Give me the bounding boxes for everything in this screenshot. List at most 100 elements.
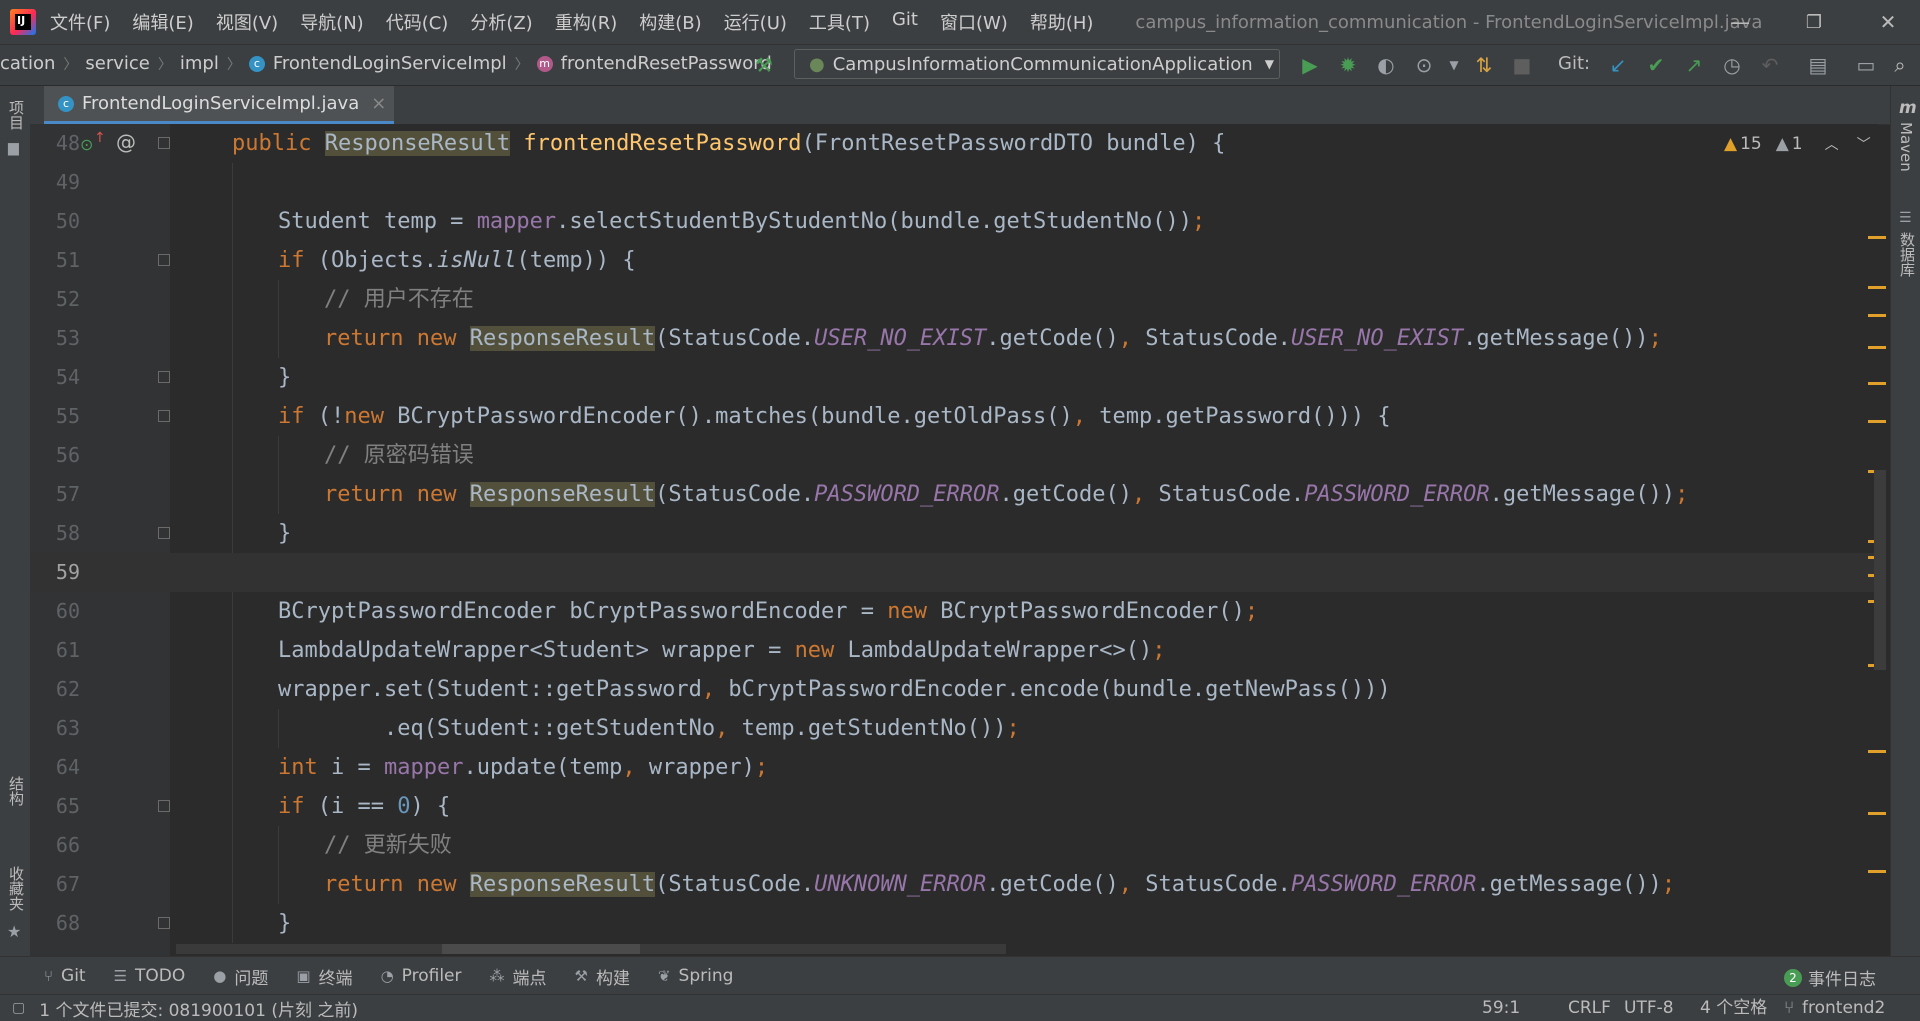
editor-tab-active[interactable]: c FrontendLoginServiceImpl.java × [44, 86, 394, 124]
maven-tool-button[interactable]: Maven [1897, 122, 1915, 172]
menu-item[interactable]: 视图(V) [216, 9, 278, 35]
line-number[interactable]: 62 [40, 670, 80, 709]
code-line[interactable]: 48 public ResponseResult frontendResetPas… [30, 124, 1878, 163]
run-icon[interactable]: ▶ [1296, 51, 1324, 79]
close-tab-icon[interactable]: × [371, 93, 386, 114]
fold-marker-icon[interactable] [158, 410, 170, 422]
fold-marker-icon[interactable] [158, 800, 170, 812]
previous-highlight-icon[interactable]: ︿ [1825, 134, 1839, 154]
line-number[interactable]: 60 [40, 592, 80, 631]
line-number[interactable]: 54 [40, 358, 80, 397]
endpoints-tool-button[interactable]: ⁂ 端点 [490, 964, 547, 989]
line-number[interactable]: 66 [40, 826, 80, 865]
fold-marker-icon[interactable] [158, 371, 170, 383]
code-line[interactable]: 59 [30, 553, 1878, 592]
menu-item[interactable]: 代码(C) [386, 9, 449, 35]
code-line[interactable]: 63 .eq(Student::getStudentNo, temp.getSt… [30, 709, 1878, 748]
line-number[interactable]: 49 [40, 163, 80, 202]
menu-item[interactable]: 构建(B) [639, 9, 701, 35]
code-line[interactable]: 60 BCryptPasswordEncoder bCryptPasswordEn… [30, 592, 1878, 631]
code-line[interactable]: 49 [30, 163, 1878, 202]
rerun-icon[interactable]: ⇅ [1470, 51, 1498, 79]
warning-stripe-mark[interactable] [1868, 750, 1886, 753]
line-number[interactable]: 63 [40, 709, 80, 748]
warning-stripe-mark[interactable] [1868, 314, 1886, 317]
menu-item[interactable]: 工具(T) [809, 9, 870, 35]
code-line[interactable]: 65 if (i == 0) { [30, 787, 1878, 826]
horizontal-scrollbar-thumb[interactable] [442, 944, 640, 954]
spring-tool-button[interactable]: ❦ Spring [658, 966, 733, 986]
code-editor[interactable]: 48 public ResponseResult frontendResetPas… [30, 124, 1878, 956]
menu-item[interactable]: 重构(R) [555, 9, 618, 35]
git-push-icon[interactable]: ↗ [1680, 51, 1708, 79]
menu-item[interactable]: Git [892, 9, 918, 35]
fold-marker-icon[interactable] [158, 254, 170, 266]
code-line[interactable]: 61 LambdaUpdateWrapper<Student> wrapper =… [30, 631, 1878, 670]
coverage-icon[interactable]: ◐ [1372, 51, 1400, 79]
layout-icon[interactable]: ▭ [1852, 51, 1880, 79]
line-number[interactable]: 56 [40, 436, 80, 475]
warning-stripe-mark[interactable] [1868, 420, 1886, 423]
next-highlight-icon[interactable]: ﹀ [1857, 134, 1871, 154]
line-number[interactable]: 67 [40, 865, 80, 904]
implementation-marker-icon[interactable]: ⊙ [80, 135, 93, 154]
intellij-logo-icon[interactable]: IJ [10, 9, 36, 35]
history-icon[interactable]: ◷ [1718, 51, 1746, 79]
caret-position[interactable]: 59:1 [1482, 995, 1520, 1021]
event-log-button[interactable]: 2 事件日志 [1784, 965, 1876, 990]
code-line[interactable]: 54} [30, 358, 1878, 397]
line-number[interactable]: 68 [40, 904, 80, 943]
code-line[interactable]: 67 return new ResponseResult(StatusCode.U… [30, 865, 1878, 904]
profiler-icon[interactable]: ⊙ [1410, 51, 1438, 79]
line-number[interactable]: 57 [40, 475, 80, 514]
favorites-tool-button[interactable]: 收藏夹 [6, 866, 27, 911]
breadcrumb-item[interactable]: impl [180, 53, 219, 74]
chevron-down-icon[interactable]: ▼ [1440, 51, 1468, 79]
fold-marker-icon[interactable] [158, 917, 170, 929]
line-number[interactable]: 50 [40, 202, 80, 241]
code-line[interactable]: 56 // 原密码错误 [30, 436, 1878, 475]
code-line[interactable]: 62 wrapper.set(Student::getPassword, bCry… [30, 670, 1878, 709]
code-line[interactable]: 68} [30, 904, 1878, 943]
profiler-tool-button[interactable]: ◔ Profiler [381, 966, 462, 986]
fold-marker-icon[interactable] [158, 137, 170, 149]
code-line[interactable]: 57 return new ResponseResult(StatusCode.P… [30, 475, 1878, 514]
warning-stripe-mark[interactable] [1868, 812, 1886, 815]
menu-item[interactable]: 文件(F) [50, 9, 110, 35]
code-line[interactable]: 55 if (!new BCryptPasswordEncoder().match… [30, 397, 1878, 436]
toggle-tool-windows-icon[interactable]: ▢ [12, 1000, 25, 1016]
menu-item[interactable]: 编辑(E) [132, 9, 193, 35]
menu-item[interactable]: 导航(N) [300, 9, 364, 35]
project-structure-icon[interactable]: ▤ [1804, 51, 1832, 79]
database-tool-button[interactable]: 数据库 [1897, 232, 1918, 277]
line-number[interactable]: 58 [40, 514, 80, 553]
code-line[interactable]: 66 // 更新失败 [30, 826, 1878, 865]
menu-item[interactable]: 帮助(H) [1030, 9, 1094, 35]
problems-tool-button[interactable]: ● 问题 [213, 964, 268, 989]
line-number[interactable]: 64 [40, 748, 80, 787]
menu-item[interactable]: 运行(U) [724, 9, 787, 35]
line-number[interactable]: 65 [40, 787, 80, 826]
git-commit-icon[interactable]: ✔ [1642, 51, 1670, 79]
inspection-widget[interactable]: ▲ 15 ▲ 1 ︿ ﹀ [1724, 134, 1871, 154]
debug-icon[interactable]: ✹ [1334, 51, 1362, 79]
structure-tool-button[interactable]: 结构 [6, 776, 27, 806]
git-branch[interactable]: frontend2 [1802, 995, 1885, 1021]
breadcrumb-item[interactable]: FrontendLoginServiceImpl [273, 53, 507, 74]
stop-icon[interactable]: ■ [1508, 51, 1536, 79]
line-number[interactable]: 52 [40, 280, 80, 319]
annotation-icon[interactable]: @ [116, 130, 136, 154]
warning-stripe-mark[interactable] [1868, 346, 1886, 349]
breadcrumb-item[interactable]: cation [0, 53, 55, 74]
warning-stripe-mark[interactable] [1868, 286, 1886, 289]
git-tool-button[interactable]: ⑂ Git [44, 966, 86, 986]
code-line[interactable]: 58} [30, 514, 1878, 553]
build-tool-button[interactable]: ⚒ 构建 [575, 964, 630, 989]
build-hammer-icon[interactable]: ⚒ [750, 51, 778, 79]
terminal-tool-button[interactable]: ▣ 终端 [296, 964, 352, 989]
search-icon[interactable]: ⌕ [1886, 51, 1914, 79]
warning-stripe-mark[interactable] [1868, 382, 1886, 385]
breadcrumb-item[interactable]: frontendResetPassword [561, 53, 772, 74]
project-tool-button[interactable]: 项目 [6, 100, 27, 130]
rollback-icon[interactable]: ↶ [1756, 51, 1784, 79]
